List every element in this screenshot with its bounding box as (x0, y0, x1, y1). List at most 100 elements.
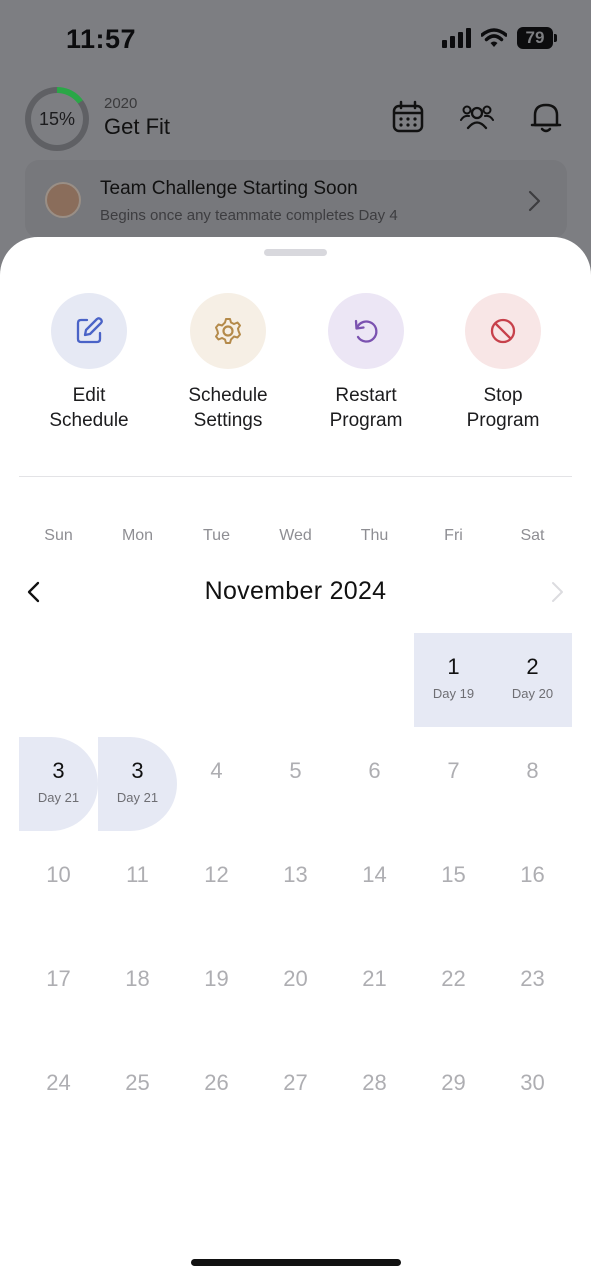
edit-icon (76, 317, 103, 344)
calendar-day[interactable]: 23 (493, 945, 572, 1039)
calendar-day[interactable]: 4 (177, 737, 256, 831)
calendar-day[interactable]: 20 (256, 945, 335, 1039)
calendar-day[interactable]: 5 (256, 737, 335, 831)
sheet-divider (19, 476, 572, 477)
calendar-day-number: 11 (126, 862, 149, 887)
program-title[interactable]: Get Fit (104, 114, 170, 140)
calendar-day[interactable]: 27 (256, 1049, 335, 1143)
calendar-week: 24 25 26 27 28 29 30 (19, 1049, 572, 1153)
calendar-day-number: 21 (362, 966, 387, 991)
calendar-day[interactable]: 13 (256, 841, 335, 935)
calendar-day-number: 26 (204, 1070, 229, 1095)
challenge-avatar (45, 182, 81, 218)
calendar-day-number: 3 (52, 758, 65, 783)
calendar-day[interactable]: 12 (177, 841, 256, 935)
program-actions: Edit Schedule Schedule Settings Restart … (0, 293, 591, 443)
calendar-day[interactable]: 29 (414, 1049, 493, 1143)
team-icon[interactable] (460, 100, 494, 134)
restart-program-button[interactable]: Restart Program (296, 293, 436, 433)
calendar-day-number: 6 (368, 758, 381, 783)
calendar-day[interactable]: 3 Day 21 (98, 737, 177, 831)
calendar-day[interactable]: 2 Day 20 (493, 633, 572, 727)
status-icons: 79 (442, 27, 557, 49)
chevron-right-icon[interactable] (547, 580, 567, 604)
calendar-day-number: 5 (289, 758, 302, 783)
restart-icon (354, 319, 378, 343)
calendar-day-number: 12 (204, 862, 229, 887)
calendar-day-program-label: Day 21 (37, 790, 80, 805)
stop-program-label: Stop Program (466, 385, 540, 431)
calendar-day[interactable]: 18 (98, 945, 177, 1039)
home-indicator (191, 1259, 401, 1266)
calendar-day-number: 29 (441, 1070, 466, 1095)
gear-icon (215, 318, 241, 344)
calendar-day[interactable]: 21 (335, 945, 414, 1039)
calendar-day[interactable]: 11 (98, 841, 177, 935)
calendar-day-number: 18 (125, 966, 150, 991)
edit-schedule-button[interactable]: Edit Schedule (19, 293, 159, 433)
calendar-day[interactable]: 10 (19, 841, 98, 935)
calendar-day[interactable]: 3 Day 21 (19, 737, 98, 831)
schedule-settings-button[interactable]: Schedule Settings (158, 293, 298, 433)
calendar-empty-cell (177, 633, 256, 727)
calendar-day[interactable]: 30 (493, 1049, 572, 1143)
restart-program-label: Restart Program (329, 385, 403, 431)
calendar-day-number: 1 (447, 654, 460, 679)
stop-icon (490, 318, 516, 344)
calendar-week: 17 18 19 20 21 22 23 (19, 945, 572, 1049)
challenge-subtitle: Begins once any teammate completes Day 4 (100, 207, 398, 224)
calendar-day-number: 28 (362, 1070, 387, 1095)
calendar-icon[interactable] (391, 100, 425, 134)
status-bar: 11:57 79 (0, 0, 591, 80)
program-header: 15% 2020 Get Fit (0, 86, 591, 152)
calendar-day[interactable]: 25 (98, 1049, 177, 1143)
restart-program-circle (328, 293, 404, 369)
team-challenge-card[interactable]: Team Challenge Starting Soon Begins once… (25, 160, 567, 238)
calendar-day-program-label: Day 20 (511, 686, 554, 701)
wifi-icon (481, 28, 507, 47)
calendar-day[interactable]: 14 (335, 841, 414, 935)
schedule-settings-circle (190, 293, 266, 369)
weekday-label: Tue (203, 527, 230, 544)
weekday-label: Mon (121, 527, 154, 544)
calendar-day-number: 2 (526, 654, 539, 679)
calendar-day-number: 27 (283, 1070, 308, 1095)
calendar-day[interactable]: 19 (177, 945, 256, 1039)
edit-schedule-circle (51, 293, 127, 369)
calendar-day[interactable]: 22 (414, 945, 493, 1039)
calendar-day[interactable]: 16 (493, 841, 572, 935)
weekday-header: Sun Mon Tue Wed Thu Fri Sat (19, 527, 572, 545)
status-time: 11:57 (66, 24, 137, 54)
calendar-empty-cell (256, 633, 335, 727)
calendar-day[interactable]: 17 (19, 945, 98, 1039)
stop-program-button[interactable]: Stop Program (433, 293, 573, 433)
calendar-day-number: 13 (283, 862, 308, 887)
calendar-day-number: 20 (283, 966, 308, 991)
calendar-day-number: 19 (204, 966, 229, 991)
calendar-day[interactable]: 1 Day 19 (414, 633, 493, 727)
edit-schedule-label: Edit Schedule (49, 385, 129, 431)
program-options-sheet: Edit Schedule Schedule Settings Restart … (0, 237, 591, 1280)
calendar-day[interactable]: 15 (414, 841, 493, 935)
calendar-day-number: 3 (131, 758, 144, 783)
stop-program-circle (465, 293, 541, 369)
calendar-day-number: 30 (520, 1070, 545, 1095)
calendar-day-number: 22 (441, 966, 466, 991)
calendar-day[interactable]: 28 (335, 1049, 414, 1143)
calendar-day[interactable]: 24 (19, 1049, 98, 1143)
calendar-day-number: 23 (520, 966, 545, 991)
battery-icon: 79 (517, 27, 557, 49)
schedule-settings-label: Schedule Settings (188, 385, 268, 431)
calendar-week: 10 11 12 13 14 15 16 (19, 841, 572, 945)
calendar-day[interactable]: 6 (335, 737, 414, 831)
calendar-day-number: 14 (362, 862, 387, 887)
calendar-day[interactable]: 8 (493, 737, 572, 831)
sheet-grabber[interactable] (264, 249, 327, 256)
calendar-day-number: 7 (447, 758, 460, 783)
weekday-label: Wed (279, 527, 312, 544)
calendar-day[interactable]: 7 (414, 737, 493, 831)
bell-icon[interactable] (529, 100, 563, 134)
calendar-day[interactable]: 26 (177, 1049, 256, 1143)
month-title: November 2024 (204, 577, 387, 605)
calendar-empty-cell (335, 633, 414, 727)
